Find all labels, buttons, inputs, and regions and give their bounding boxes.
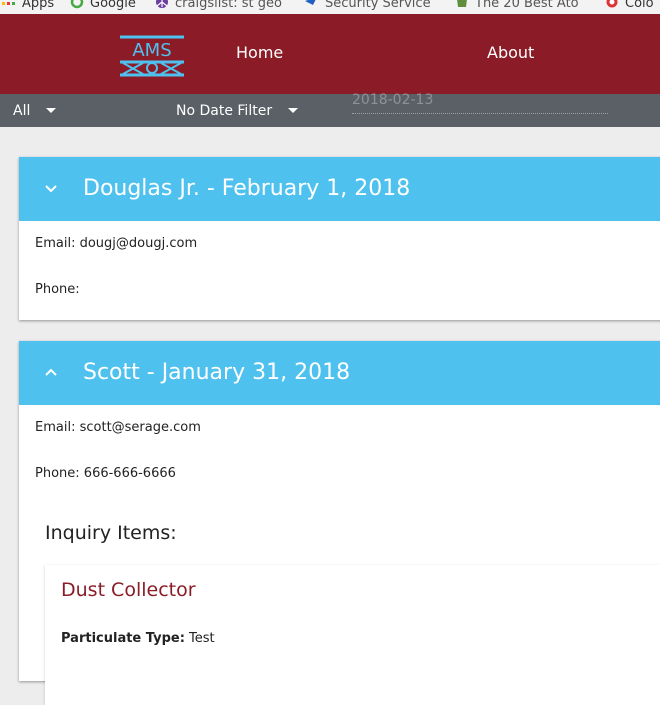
date-input[interactable]	[352, 86, 608, 114]
chevron-down-icon[interactable]	[43, 181, 59, 197]
colo-icon	[606, 0, 618, 8]
status-filter-select[interactable]: All	[13, 94, 57, 127]
date-filter-select[interactable]: No Date Filter	[176, 94, 299, 127]
caret-down-icon	[288, 108, 299, 113]
phone-label: Phone:	[35, 282, 80, 297]
date-filter-value: No Date Filter	[176, 102, 273, 119]
app-header: AMS Home About	[0, 14, 660, 94]
filter-bar: All No Date Filter	[0, 86, 660, 127]
status-filter-value: All	[13, 102, 31, 119]
inquiry-card: Douglas Jr. - February 1, 2018 Email: do…	[19, 157, 660, 320]
email-label: Email:	[35, 236, 76, 251]
nav-home[interactable]: Home	[236, 43, 283, 62]
chevron-up-icon[interactable]	[43, 365, 59, 381]
bookmarks-bar: Apps Google craigslist: st geo Security …	[0, 0, 660, 14]
shopify-icon	[457, 0, 467, 7]
bookmark-craigslist[interactable]: craigslist: st geo	[155, 0, 282, 11]
email-value: scott@serage.com	[79, 420, 201, 435]
apps-icon	[2, 2, 15, 5]
email-row: Email: dougj@dougj.com	[35, 236, 197, 251]
inquiry-card-header[interactable]: Douglas Jr. - February 1, 2018	[19, 157, 660, 221]
inquiry-card: Scott - January 31, 2018 Email: scott@se…	[19, 341, 660, 705]
google-icon	[70, 0, 84, 9]
inquiry-card-header[interactable]: Scott - January 31, 2018	[19, 341, 660, 405]
bookmark-apps[interactable]: Apps	[2, 0, 54, 11]
phone-row: Phone: 666-666-6666	[35, 466, 176, 481]
phone-label: Phone:	[35, 466, 80, 481]
security-service-icon	[305, 0, 316, 5]
bookmark-label: craigslist: st geo	[175, 0, 282, 11]
inquiry-items-heading: Inquiry Items:	[45, 522, 177, 544]
nav-about[interactable]: About	[487, 43, 534, 62]
bookmark-label: Colo	[625, 0, 654, 11]
bookmark-label: Google	[90, 0, 136, 11]
inquiry-item-card: Dust Collector Particulate Type: Test	[45, 565, 660, 705]
particulate-row: Particulate Type: Test	[61, 631, 215, 646]
bookmark-label: Security Service	[325, 0, 431, 11]
phone-value: 666-666-6666	[83, 466, 176, 481]
bookmark-google[interactable]: Google	[70, 0, 136, 11]
caret-down-icon	[46, 108, 57, 113]
bookmark-label: Apps	[22, 0, 55, 11]
particulate-value: Test	[189, 631, 215, 646]
email-label: Email:	[35, 420, 76, 435]
email-row: Email: scott@serage.com	[35, 420, 201, 435]
logo-text: AMS	[132, 40, 171, 61]
bookmark-security-service[interactable]: Security Service	[305, 0, 431, 11]
inquiry-title: Douglas Jr. - February 1, 2018	[83, 176, 411, 201]
bookmark-colo[interactable]: Colo	[605, 0, 654, 11]
craigslist-icon	[156, 0, 168, 8]
inquiry-title: Scott - January 31, 2018	[83, 360, 351, 385]
bookmark-best-ato[interactable]: The 20 Best Ato	[455, 0, 579, 11]
phone-row: Phone:	[35, 282, 80, 297]
particulate-label: Particulate Type:	[61, 631, 185, 646]
email-value: dougj@dougj.com	[79, 236, 198, 251]
item-title: Dust Collector	[61, 579, 196, 601]
bookmark-label: The 20 Best Ato	[475, 0, 579, 11]
ams-logo[interactable]: AMS	[119, 34, 185, 78]
